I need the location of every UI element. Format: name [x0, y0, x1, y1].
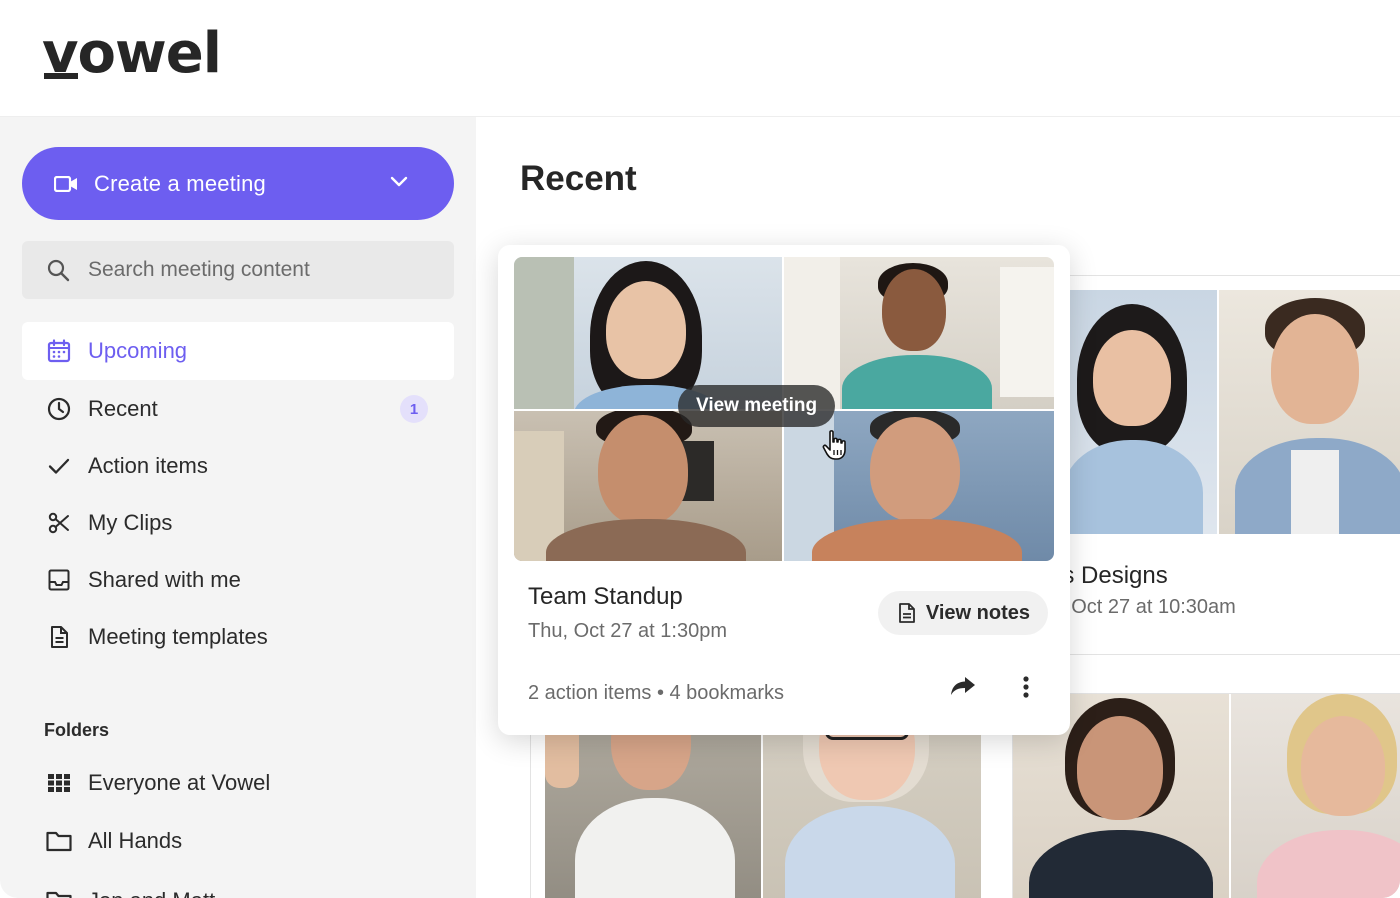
main-content: Recent 2 ps Designs u, Oct 27 at 10:30am	[476, 117, 1400, 898]
view-notes-button[interactable]: View notes	[877, 591, 1048, 635]
participant-video-tile	[1049, 290, 1217, 534]
check-icon	[46, 453, 72, 479]
sidebar-item-my-clips[interactable]: My Clips	[22, 494, 454, 551]
folders-heading: Folders	[44, 720, 110, 740]
folder-icon	[46, 828, 72, 854]
participant-video-tile	[514, 411, 782, 561]
participant-video-tile	[1231, 694, 1400, 898]
folders-list: Everyone at Vowel All Hands Jon and Matt	[22, 754, 454, 898]
sidebar-item-meeting-templates[interactable]: Meeting templates	[22, 608, 454, 665]
sidebar-item-shared-with-me[interactable]: Shared with me	[22, 551, 454, 608]
sidebar-nav: Upcoming Recent 1 Action items My Clips	[22, 322, 454, 665]
view-notes-label: View notes	[925, 601, 1030, 624]
hand-cursor-icon	[822, 429, 848, 466]
sidebar-item-label: Shared with me	[88, 566, 241, 592]
more-options-icon[interactable]	[1022, 675, 1030, 704]
participant-video-tile	[784, 257, 1054, 409]
meeting-title: ps Designs	[1049, 562, 1168, 589]
participant-video-tile	[1219, 290, 1400, 534]
meeting-date: u, Oct 27 at 10:30am	[1049, 596, 1236, 618]
search-icon	[46, 258, 70, 282]
document-icon	[46, 624, 72, 650]
inbox-icon	[46, 567, 72, 593]
search-box[interactable]	[22, 241, 454, 299]
meeting-date: Thu, Oct 27 at 1:30pm	[528, 620, 727, 642]
sidebar-item-recent[interactable]: Recent 1	[22, 380, 454, 437]
scissors-icon	[46, 510, 72, 536]
meeting-card-secondary[interactable]: 2 ps Designs u, Oct 27 at 10:30am	[1048, 275, 1400, 655]
folder-item-label: All Hands	[88, 827, 183, 853]
app-window: vowel Create a meeting Search meeting co…	[0, 0, 1400, 898]
folder-item-label: Jon and Matt	[88, 888, 215, 898]
folder-item-everyone-at-vowel[interactable]: Everyone at Vowel	[22, 754, 454, 811]
meeting-title: Team Standup	[528, 583, 683, 610]
sidebar: Create a meeting Upcoming Rece	[0, 117, 476, 898]
sidebar-item-label: Recent	[88, 395, 158, 421]
folder-item-jon-and-matt[interactable]: Jon and Matt	[22, 872, 454, 898]
grid-icon	[46, 770, 72, 796]
sidebar-item-label: My Clips	[88, 509, 173, 535]
folder-item-label: Everyone at Vowel	[88, 769, 271, 795]
sidebar-item-upcoming[interactable]: Upcoming	[22, 322, 454, 380]
sidebar-item-label: Meeting templates	[88, 623, 268, 649]
meeting-stats: 2 action items • 4 bookmarks	[528, 682, 784, 704]
view-meeting-button[interactable]: View meeting	[678, 385, 836, 427]
create-meeting-button[interactable]: Create a meeting	[22, 147, 454, 220]
page-title: Recent	[520, 159, 637, 198]
folder-icon	[46, 888, 72, 898]
video-thumbnail-grid	[1013, 694, 1400, 898]
video-thumbnail-grid	[1049, 290, 1400, 534]
chevron-down-icon[interactable]	[390, 175, 408, 193]
video-camera-icon	[54, 175, 78, 192]
folder-item-all-hands[interactable]: All Hands	[22, 811, 454, 870]
logo-underline	[44, 73, 78, 79]
sidebar-item-action-items[interactable]: Action items	[22, 437, 454, 494]
calendar-icon	[46, 338, 72, 364]
search-input[interactable]	[88, 258, 428, 282]
meeting-card-team-standup[interactable]: View meeting Team Standup Thu, Oct 27 at…	[498, 245, 1070, 735]
sidebar-item-label: Action items	[88, 452, 208, 478]
share-icon[interactable]	[950, 675, 976, 702]
document-icon	[898, 603, 916, 623]
create-meeting-label: Create a meeting	[94, 170, 266, 196]
count-badge: 1	[400, 395, 428, 423]
sidebar-item-label: Upcoming	[88, 338, 188, 363]
app-header: vowel	[0, 0, 1400, 117]
meeting-card-bottom-right[interactable]	[1012, 693, 1400, 898]
clock-icon	[46, 396, 72, 422]
